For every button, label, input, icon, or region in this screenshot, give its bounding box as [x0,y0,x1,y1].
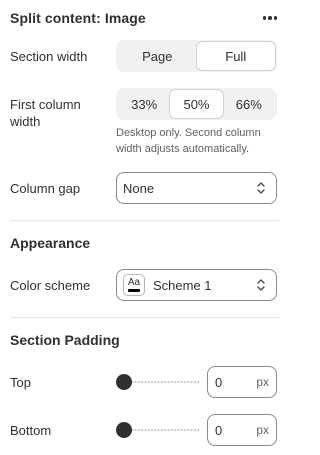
slider-track [124,429,199,431]
padding-top-label: Top [10,375,31,390]
appearance-heading: Appearance [10,235,91,251]
panel-title: Split content: Image [10,10,146,26]
padding-bottom-slider[interactable] [116,422,199,438]
chevron-up-down-icon [257,279,265,291]
color-scheme-swatch: Aa [123,274,145,296]
swatch-sample-text: Aa [127,277,141,288]
column-gap-value: None [123,180,155,196]
column-width-option-50[interactable]: 50% [170,90,223,118]
section-padding-heading: Section Padding [10,332,120,348]
section-settings-panel: Split content: Image Section width Page … [0,0,293,455]
padding-bottom-label: Bottom [10,423,52,438]
divider [10,317,279,318]
chevron-up-down-icon [257,182,265,194]
divider [10,220,279,221]
padding-bottom-value: 0 [215,422,223,438]
first-column-width-segmented-control: 33% 50% 66% [116,88,277,120]
padding-top-value: 0 [215,374,223,390]
slider-track [124,381,199,383]
section-width-option-full[interactable]: Full [196,42,275,70]
color-scheme-label: Color scheme [10,278,91,293]
padding-top-input[interactable]: 0 px [207,366,277,398]
padding-bottom-input[interactable]: 0 px [207,414,277,446]
slider-thumb[interactable] [116,422,132,438]
more-actions-button[interactable] [261,9,279,27]
section-width-label: Section width [10,49,88,64]
color-scheme-select[interactable]: Aa Scheme 1 [116,269,277,301]
column-gap-label: Column gap [10,181,81,196]
first-column-width-help-text: Desktop only. Second column width adjust… [116,127,261,155]
section-width-option-page[interactable]: Page [118,42,197,70]
panel-header: Split content: Image [10,9,279,27]
column-width-option-66[interactable]: 66% [223,90,275,118]
padding-bottom-unit: px [256,423,269,437]
padding-top-unit: px [256,375,269,389]
more-horizontal-icon [262,16,278,20]
padding-top-slider[interactable] [116,374,199,390]
column-gap-select[interactable]: None [116,172,277,204]
swatch-accent-bar [128,289,140,292]
section-width-segmented-control: Page Full [116,40,277,72]
slider-thumb[interactable] [116,374,132,390]
first-column-width-label: First column width [10,97,81,129]
column-width-option-33[interactable]: 33% [118,90,170,118]
